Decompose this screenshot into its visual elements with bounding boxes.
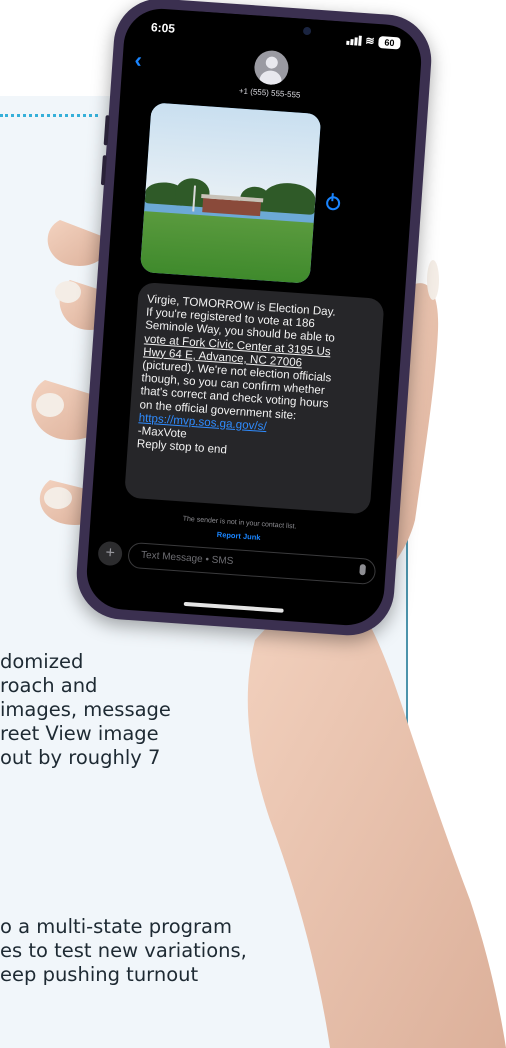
photo-building bbox=[202, 197, 262, 216]
message-input[interactable]: Text Message • SMS bbox=[127, 541, 377, 586]
phone-screen: 6:05 ≋ 60 ‹ +1 (555) 555-555 Virgie, TOM… bbox=[84, 6, 424, 628]
article-paragraph-1: domized roach and images, message reet V… bbox=[0, 650, 340, 770]
paragraph-line: eep pushing turnout bbox=[0, 963, 199, 986]
chevron-left-icon[interactable]: ‹ bbox=[134, 47, 143, 73]
volume-up-button bbox=[103, 115, 110, 146]
camera-icon bbox=[302, 26, 312, 36]
wifi-icon: ≋ bbox=[364, 35, 375, 48]
status-time: 6:05 bbox=[150, 20, 176, 36]
message-bubble[interactable]: Virgie, TOMORROW is Election Day. If you… bbox=[124, 281, 385, 515]
avatar-head bbox=[265, 56, 279, 70]
home-indicator[interactable] bbox=[183, 601, 284, 613]
street-view-photo[interactable] bbox=[139, 102, 322, 284]
paragraph-line: es to test new variations, bbox=[0, 939, 247, 962]
volume-down-button bbox=[100, 155, 107, 186]
plus-icon[interactable]: + bbox=[97, 540, 123, 567]
status-indicators: ≋ 60 bbox=[345, 34, 401, 50]
avatar-shoulders bbox=[258, 69, 283, 86]
paragraph-line: domized bbox=[0, 650, 84, 673]
dotted-connector bbox=[0, 114, 98, 117]
paragraph-line: roach and bbox=[0, 674, 98, 697]
photo-grass bbox=[139, 210, 314, 284]
avatar[interactable] bbox=[253, 49, 290, 86]
paragraph-line: images, message bbox=[0, 698, 171, 721]
paragraph-line: o a multi-state program bbox=[0, 915, 232, 938]
battery-icon: 60 bbox=[378, 36, 401, 50]
phone: 6:05 ≋ 60 ‹ +1 (555) 555-555 Virgie, TOM… bbox=[73, 0, 435, 639]
microphone-icon[interactable] bbox=[359, 563, 367, 576]
paragraph-line: out by roughly 7 bbox=[0, 746, 161, 769]
signal-icon bbox=[345, 35, 362, 46]
paragraph-line: reet View image bbox=[0, 722, 159, 745]
share-icon[interactable] bbox=[325, 195, 341, 211]
article-paragraph-2: o a multi-state program es to test new v… bbox=[0, 915, 340, 987]
